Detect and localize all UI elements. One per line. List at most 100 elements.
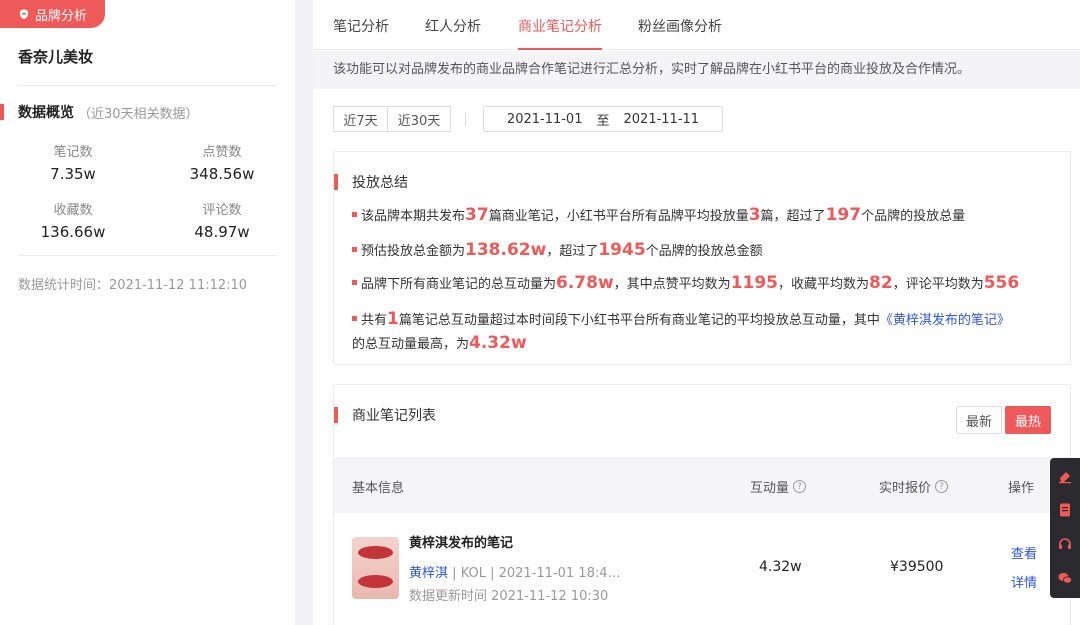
lip-image	[358, 546, 393, 559]
overview-subtitle: （近30天相关数据）	[78, 106, 199, 122]
table-header: 基本信息 互动量? 实时报价? 操作	[334, 457, 1072, 513]
text: ，评论平均数为	[892, 277, 984, 292]
stat-label: 评论数	[202, 203, 242, 218]
summary-title: 投放总结	[352, 175, 408, 191]
column-label: 操作	[1008, 481, 1035, 496]
summary-line-1: 该品牌本期共发布37篇商业笔记，小红书平台所有品牌平均投放量3篇，超过了197个…	[352, 204, 965, 228]
sort-newest-button[interactable]: 最新	[956, 406, 1002, 434]
floating-toolbar	[1050, 458, 1080, 598]
note-meta: 黄梓淇 | KOL | 2021-11-01 18:4…	[409, 562, 621, 581]
price-value: ¥39500	[890, 559, 944, 575]
lip-image	[358, 575, 393, 588]
stat-label: 收藏数	[53, 203, 93, 218]
brand-analysis-label: 品牌分析	[35, 8, 88, 24]
date-start[interactable]: 2021-11-01	[507, 112, 583, 127]
stat-value: 136.66w	[40, 223, 106, 241]
heading-accent-bar	[334, 407, 338, 423]
tab-commercial-note-analysis[interactable]: 商业笔记分析	[518, 16, 602, 50]
text: 个品牌的投放总金额	[645, 244, 763, 259]
stat-value: 7.35w	[50, 165, 96, 183]
stat-label: 点赞数	[202, 145, 242, 160]
summary-line-4: 共有1篇笔记总互动量超过本时间段下小红书平台所有商业笔记的平均投放总互动量，其中…	[352, 308, 1062, 356]
document-icon[interactable]	[1057, 502, 1073, 518]
heading-accent-bar	[334, 174, 338, 190]
main-panel: 笔记分析 红人分析 商业笔记分析 粉丝画像分析 该功能可以对品牌发布的商业品牌合…	[313, 0, 1080, 625]
stat-likes: 点赞数 348.56w	[152, 141, 292, 183]
highlight-number: 197	[825, 205, 862, 225]
stat-value: 348.56w	[189, 165, 255, 183]
note-title[interactable]: 黄梓淇发布的笔记	[409, 532, 513, 551]
stat-collects: 收藏数 136.66w	[3, 199, 143, 241]
feature-notice: 该功能可以对品牌发布的商业品牌合作笔记进行汇总分析，实时了解品牌在小红书平台的商…	[313, 51, 1080, 89]
stat-notes: 笔记数 7.35w	[3, 141, 143, 183]
tab-note-analysis[interactable]: 笔记分析	[333, 16, 389, 48]
col-basic-info: 基本信息	[352, 477, 404, 496]
eraser-icon[interactable]	[1057, 468, 1073, 484]
highlight-number: 138.62w	[465, 240, 547, 260]
overview-title: 数据概览	[18, 105, 74, 121]
meta-text: KOL | 2021-11-01 18:4…	[460, 566, 621, 581]
filter-separator	[465, 112, 466, 126]
list-heading: 商业笔记列表	[334, 405, 436, 425]
text: 品牌下所有商业笔记的总互动量为	[361, 277, 557, 292]
tab-influencer-analysis[interactable]: 红人分析	[425, 16, 481, 48]
sort-hottest-button[interactable]: 最热	[1005, 406, 1051, 434]
wechat-icon[interactable]	[1057, 570, 1073, 586]
author-link[interactable]: 黄梓淇	[409, 566, 448, 581]
summary-heading: 投放总结	[334, 172, 408, 192]
column-label: 实时报价	[879, 481, 932, 496]
note-thumbnail[interactable]	[352, 537, 399, 599]
bullet-dot	[352, 280, 357, 285]
date-end[interactable]: 2021-11-11	[624, 112, 700, 127]
highlight-number: 1945	[598, 240, 646, 260]
view-link[interactable]: 查看	[1011, 543, 1037, 562]
brand-analysis-tag: 品牌分析	[0, 0, 105, 28]
placement-summary-card: 投放总结 该品牌本期共发布37篇商业笔记，小红书平台所有品牌平均投放量3篇，超过…	[333, 151, 1071, 365]
text: 共有	[361, 313, 388, 328]
bullet-dot	[352, 212, 357, 217]
brand-icon	[20, 9, 28, 19]
highlight-number: 6.78w	[556, 273, 614, 293]
last-7-days-button[interactable]: 近7天	[333, 106, 388, 132]
highlight-number: 1195	[730, 273, 779, 293]
date-range-picker[interactable]: 2021-11-01 至 2021-11-11	[483, 106, 723, 132]
note-update-time: 数据更新时间 2021-11-12 10:30	[409, 589, 609, 604]
help-icon[interactable]: ?	[935, 480, 949, 493]
divider	[18, 85, 277, 86]
stat-value: 48.97w	[194, 223, 250, 241]
help-icon[interactable]: ?	[793, 480, 807, 493]
col-price: 实时报价?	[879, 477, 949, 496]
highlight-number: 37	[465, 205, 489, 225]
stat-label: 笔记数	[53, 145, 93, 160]
highlight-number: 1	[387, 309, 399, 329]
tab-bar: 笔记分析 红人分析 商业笔记分析 粉丝画像分析	[313, 0, 1080, 50]
headset-icon[interactable]	[1057, 536, 1073, 552]
commercial-note-list-card: 商业笔记列表 最新 最热 基本信息 互动量? 实时报价? 操作 黄梓淇发布的笔记…	[333, 384, 1072, 625]
detail-link[interactable]: 详情	[1011, 572, 1037, 591]
summary-line-2: 预估投放总金额为138.62w，超过了1945个品牌的投放总金额	[352, 239, 763, 263]
last-30-days-button[interactable]: 近30天	[387, 106, 451, 132]
summary-line-3: 品牌下所有商业笔记的总互动量为6.78w，其中点赞平均数为1195，收藏平均数为…	[352, 272, 1019, 296]
text: ，收藏平均数为	[778, 277, 870, 292]
col-operation: 操作	[1008, 477, 1034, 496]
text: ，超过了	[546, 244, 599, 259]
overview-heading: 数据概览 （近30天相关数据）	[0, 102, 199, 122]
brand-overview-panel: 品牌分析 香奈儿美妆 数据概览 （近30天相关数据） 笔记数 7.35w 点赞数…	[0, 0, 295, 625]
list-title: 商业笔记列表	[352, 408, 436, 424]
heading-accent-bar	[0, 104, 4, 120]
brand-name: 香奈儿美妆	[18, 48, 94, 66]
highlight-number: 4.32w	[469, 333, 527, 353]
top-note-link[interactable]: 《黄梓淇发布的笔记》	[880, 313, 1010, 328]
interaction-value: 4.32w	[759, 559, 802, 575]
text: 该品牌本期共发布	[361, 209, 466, 224]
stat-comments: 评论数 48.97w	[152, 199, 292, 241]
date-to-label: 至	[596, 113, 610, 129]
text: 个品牌的投放总量	[861, 209, 966, 224]
divider	[18, 255, 277, 256]
highlight-number: 3	[748, 205, 761, 225]
text: 的总互动量最高，为	[352, 337, 470, 352]
tab-fan-profile-analysis[interactable]: 粉丝画像分析	[638, 16, 722, 48]
meta-separator: |	[452, 566, 457, 581]
text: 篇商业笔记，小红书平台所有品牌平均投放量	[488, 209, 749, 224]
text: ，其中点赞平均数为	[613, 277, 731, 292]
